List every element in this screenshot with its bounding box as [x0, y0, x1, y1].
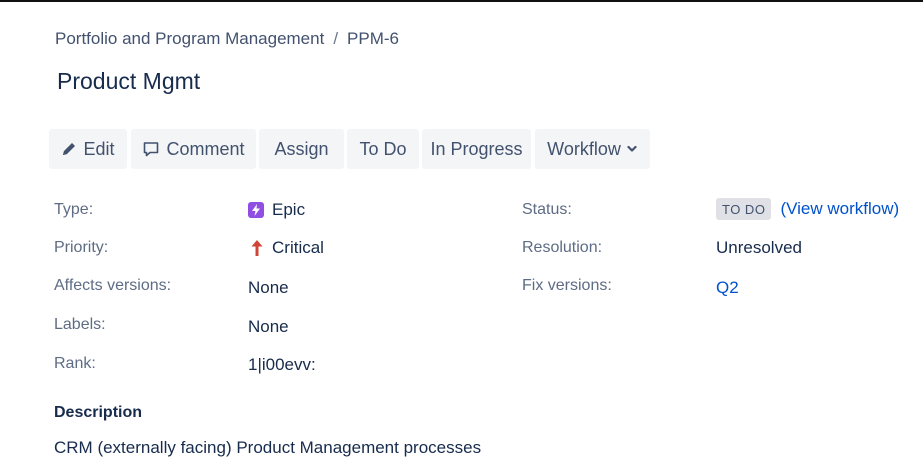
comment-icon — [144, 142, 159, 157]
rank-value: 1|i00evv: — [248, 355, 316, 374]
rank-label: Rank: — [54, 355, 96, 372]
affects-versions-label: Affects versions: — [54, 277, 172, 294]
epic-icon — [248, 202, 264, 218]
description-text[interactable]: CRM (externally facing) Product Manageme… — [54, 438, 481, 458]
labels-label: Labels: — [54, 316, 106, 333]
type-value-text: Epic — [272, 200, 306, 219]
fix-versions-link[interactable]: Q2 — [716, 278, 739, 298]
edit-button[interactable]: Edit — [49, 129, 127, 169]
edit-label: Edit — [83, 138, 115, 159]
priority-value-text: Critical — [272, 238, 324, 257]
pencil-icon — [63, 143, 76, 155]
status-label: Status: — [522, 201, 572, 218]
in-progress-button[interactable]: In Progress — [422, 129, 531, 169]
priority-value: Critical — [250, 238, 324, 258]
assign-label: Assign — [274, 138, 329, 159]
view-workflow-link[interactable]: (View workflow) — [780, 199, 899, 219]
breadcrumb-separator: / — [333, 29, 339, 48]
fix-versions-label: Fix versions: — [522, 277, 612, 294]
to-do-label: To Do — [359, 138, 407, 159]
comment-button[interactable]: Comment — [131, 129, 256, 169]
breadcrumb: Portfolio and Program Management / PPM-6 — [55, 29, 399, 49]
type-value: Epic — [248, 200, 305, 220]
in-progress-label: In Progress — [430, 138, 523, 159]
priority-label: Priority: — [54, 239, 109, 256]
status-value: TO DO (View workflow) — [716, 198, 899, 220]
assign-button[interactable]: Assign — [259, 129, 344, 169]
to-do-button[interactable]: To Do — [347, 129, 419, 169]
breadcrumb-issue-key-link[interactable]: PPM-6 — [347, 29, 399, 48]
resolution-value: Unresolved — [716, 238, 802, 257]
status-badge: TO DO — [716, 198, 772, 220]
priority-critical-icon — [251, 240, 263, 256]
affects-versions-value: None — [248, 278, 289, 297]
type-label: Type: — [54, 201, 94, 218]
workflow-label: Workflow — [547, 138, 621, 159]
chevron-down-icon — [627, 145, 637, 152]
workflow-dropdown-button[interactable]: Workflow — [535, 129, 650, 169]
description-heading: Description — [54, 404, 143, 421]
page-title[interactable]: Product Mgmt — [57, 68, 200, 95]
resolution-label: Resolution: — [522, 239, 603, 256]
comment-label: Comment — [166, 138, 245, 159]
labels-value[interactable]: None — [248, 317, 289, 337]
breadcrumb-project-link[interactable]: Portfolio and Program Management — [55, 29, 324, 48]
